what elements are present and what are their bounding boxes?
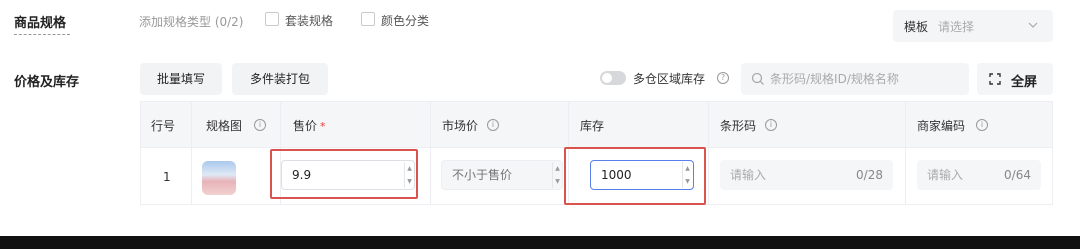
color-category-label[interactable]: 颜色分类 [381, 12, 429, 29]
bottom-dark-bar [0, 236, 1080, 249]
price-highlight-box [270, 149, 418, 199]
search-box[interactable] [741, 63, 969, 95]
merchant-code-char-count: 0/64 [1004, 168, 1031, 182]
column-divider [191, 102, 192, 204]
header-row-no: 行号 [151, 119, 176, 133]
stock-highlight-box [564, 147, 706, 205]
search-input[interactable] [770, 63, 960, 95]
set-spec-checkbox[interactable] [265, 12, 279, 26]
batch-fill-button[interactable]: 批量填写 [140, 63, 222, 95]
chevron-down-icon [1028, 22, 1038, 28]
stepper-up-icon[interactable]: ▲ [553, 162, 562, 175]
template-select-label: 模板 [904, 20, 929, 34]
barcode-char-count: 0/28 [856, 168, 883, 182]
spec-image-thumbnail[interactable] [202, 161, 236, 195]
price-stock-section-label: 价格及库存 [14, 75, 80, 90]
multi-warehouse-toggle[interactable] [600, 71, 626, 85]
specs-label-underline [14, 34, 70, 35]
add-spec-type-hint: 添加规格类型 (0/2) [139, 15, 244, 29]
barcode-field[interactable]: 0/28 [720, 160, 893, 190]
header-price: 售价 * [293, 117, 326, 134]
market-price-stepper[interactable]: ▲ ▼ [552, 162, 562, 188]
toggle-knob [602, 73, 612, 83]
multi-warehouse-help-icon[interactable]: ? [717, 72, 729, 84]
search-icon [751, 72, 764, 85]
header-barcode: 条形码 [720, 119, 757, 133]
specs-section-label: 商品规格 [14, 16, 67, 31]
price-header-label: 售价 [293, 119, 318, 133]
barcode-input[interactable] [730, 160, 840, 190]
stepper-down-icon[interactable]: ▼ [553, 175, 562, 188]
column-divider [430, 102, 431, 204]
required-mark: * [320, 120, 326, 133]
template-select[interactable]: 模板 请选择 [893, 10, 1053, 42]
set-spec-label[interactable]: 套装规格 [285, 12, 333, 29]
merchant-code-field[interactable]: 0/64 [917, 160, 1041, 190]
spec-image-help-icon[interactable]: i [254, 119, 266, 131]
row-number: 1 [163, 170, 171, 184]
fullscreen-label: 全屏 [1011, 75, 1038, 90]
merchant-code-help-icon[interactable]: i [976, 119, 988, 131]
merchant-code-input[interactable] [927, 160, 997, 190]
header-market-price: 市场价 [442, 119, 479, 133]
column-divider [905, 102, 906, 204]
barcode-help-icon[interactable]: i [765, 119, 777, 131]
header-spec-image: 规格图 [206, 119, 243, 133]
template-select-placeholder: 请选择 [938, 20, 975, 34]
multi-pack-bundle-button[interactable]: 多件装打包 [232, 63, 328, 95]
header-stock: 库存 [580, 119, 605, 133]
table-header: 行号 规格图 i 售价 * 市场价 i 库存 条形码 i 商家编码 i [141, 102, 1052, 148]
fullscreen-button[interactable]: 全屏 [977, 63, 1053, 95]
market-price-input[interactable] [441, 160, 563, 190]
header-merchant-code: 商家编码 [917, 119, 966, 133]
fullscreen-icon [989, 73, 1001, 85]
column-divider [708, 102, 709, 204]
multi-warehouse-label: 多仓区域库存 [633, 72, 706, 86]
color-category-checkbox[interactable] [361, 12, 375, 26]
market-price-help-icon[interactable]: i [487, 119, 499, 131]
